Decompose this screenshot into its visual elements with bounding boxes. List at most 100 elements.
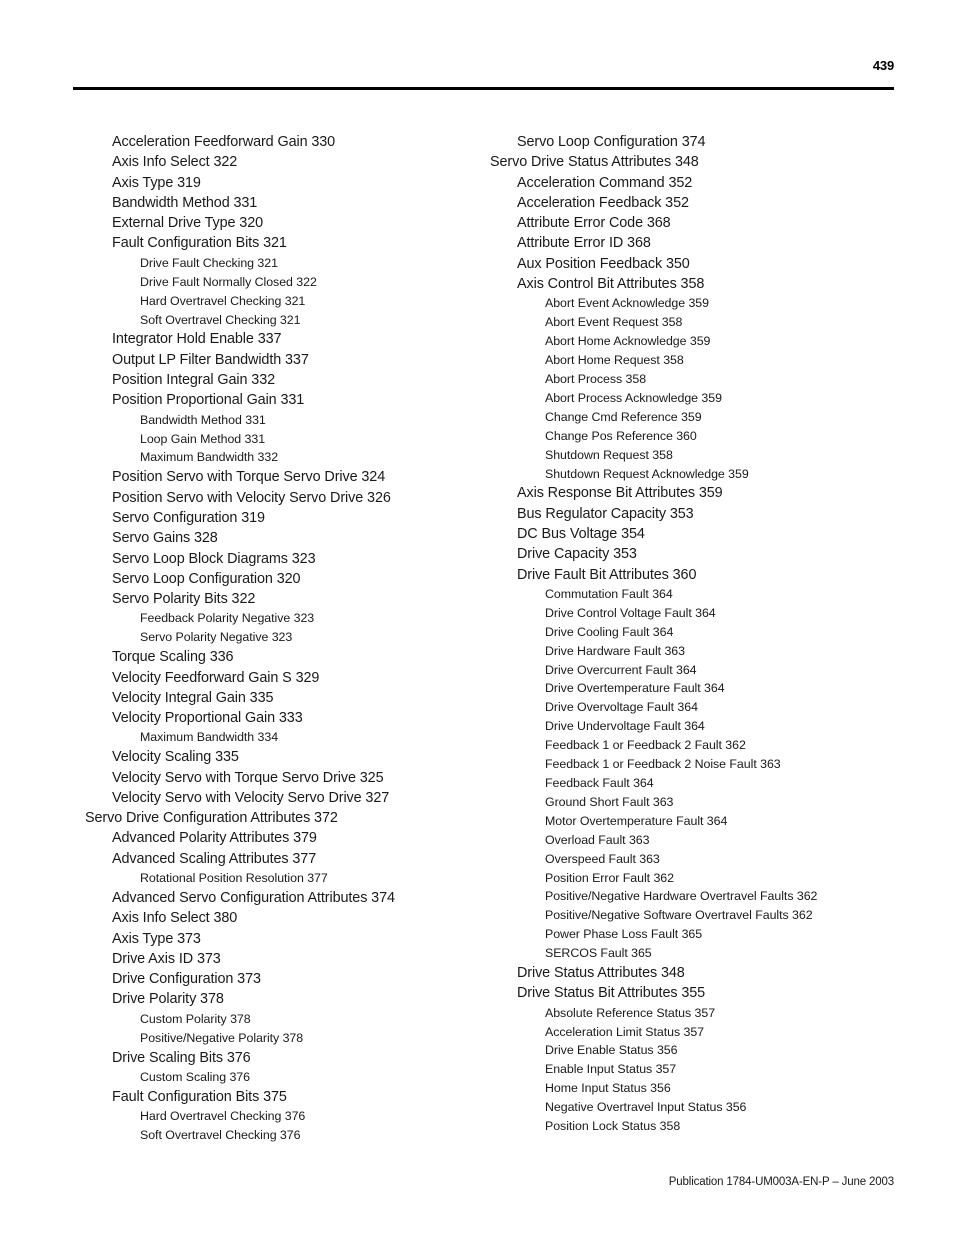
index-entry[interactable]: Drive Status Attributes 348 xyxy=(490,963,920,983)
index-entry[interactable]: Positive/Negative Software Overtravel Fa… xyxy=(490,906,920,925)
index-entry[interactable]: Change Pos Reference 360 xyxy=(490,427,920,446)
index-entry[interactable]: Ground Short Fault 363 xyxy=(490,793,920,812)
index-entry[interactable]: Position Proportional Gain 331 xyxy=(85,390,475,410)
index-entry[interactable]: External Drive Type 320 xyxy=(85,213,475,233)
index-entry[interactable]: Negative Overtravel Input Status 356 xyxy=(490,1098,920,1117)
index-entry[interactable]: Change Cmd Reference 359 xyxy=(490,408,920,427)
index-entry[interactable]: Bandwidth Method 331 xyxy=(85,193,475,213)
index-entry[interactable]: Home Input Status 356 xyxy=(490,1079,920,1098)
index-entry[interactable]: Drive Status Bit Attributes 355 xyxy=(490,983,920,1003)
index-entry[interactable]: Absolute Reference Status 357 xyxy=(490,1004,920,1023)
index-entry[interactable]: Positive/Negative Hardware Overtravel Fa… xyxy=(490,887,920,906)
index-entry[interactable]: Servo Gains 328 xyxy=(85,528,475,548)
index-entry[interactable]: Shutdown Request Acknowledge 359 xyxy=(490,465,920,484)
index-entry[interactable]: Position Error Fault 362 xyxy=(490,869,920,888)
index-entry[interactable]: Bus Regulator Capacity 353 xyxy=(490,504,920,524)
index-entry[interactable]: Output LP Filter Bandwidth 337 xyxy=(85,350,475,370)
index-entry[interactable]: Abort Process Acknowledge 359 xyxy=(490,389,920,408)
index-entry[interactable]: Position Integral Gain 332 xyxy=(85,370,475,390)
index-entry[interactable]: Abort Process 358 xyxy=(490,370,920,389)
index-entry[interactable]: Positive/Negative Polarity 378 xyxy=(85,1029,475,1048)
index-entry[interactable]: Soft Overtravel Checking 376 xyxy=(85,1126,475,1145)
index-entry[interactable]: Drive Overcurrent Fault 364 xyxy=(490,661,920,680)
index-entry[interactable]: Feedback 1 or Feedback 2 Noise Fault 363 xyxy=(490,755,920,774)
index-entry[interactable]: Feedback Fault 364 xyxy=(490,774,920,793)
index-entry[interactable]: DC Bus Voltage 354 xyxy=(490,524,920,544)
index-entry[interactable]: Custom Scaling 376 xyxy=(85,1068,475,1087)
index-entry[interactable]: Attribute Error ID 368 xyxy=(490,233,920,253)
index-entry[interactable]: Loop Gain Method 331 xyxy=(85,430,475,449)
index-entry[interactable]: Axis Info Select 380 xyxy=(85,908,475,928)
index-entry[interactable]: Abort Event Request 358 xyxy=(490,313,920,332)
index-entry[interactable]: Attribute Error Code 368 xyxy=(490,213,920,233)
index-entry[interactable]: Servo Loop Configuration 374 xyxy=(490,132,920,152)
index-entry[interactable]: Acceleration Feedforward Gain 330 xyxy=(85,132,475,152)
index-entry[interactable]: Advanced Scaling Attributes 377 xyxy=(85,849,475,869)
index-entry[interactable]: Axis Type 373 xyxy=(85,929,475,949)
index-entry[interactable]: Drive Fault Bit Attributes 360 xyxy=(490,565,920,585)
index-entry[interactable]: Feedback Polarity Negative 323 xyxy=(85,609,475,628)
index-entry[interactable]: Axis Info Select 322 xyxy=(85,152,475,172)
index-entry[interactable]: Drive Capacity 353 xyxy=(490,544,920,564)
index-entry[interactable]: Servo Loop Block Diagrams 323 xyxy=(85,549,475,569)
index-entry[interactable]: Bandwidth Method 331 xyxy=(85,411,475,430)
index-entry[interactable]: Advanced Servo Configuration Attributes … xyxy=(85,888,475,908)
index-entry[interactable]: Abort Event Acknowledge 359 xyxy=(490,294,920,313)
index-entry[interactable]: Overspeed Fault 363 xyxy=(490,850,920,869)
index-entry[interactable]: Velocity Feedforward Gain S 329 xyxy=(85,668,475,688)
index-entry[interactable]: Enable Input Status 357 xyxy=(490,1060,920,1079)
index-entry[interactable]: Servo Loop Configuration 320 xyxy=(85,569,475,589)
index-entry[interactable]: Rotational Position Resolution 377 xyxy=(85,869,475,888)
index-entry[interactable]: Aux Position Feedback 350 xyxy=(490,254,920,274)
index-entry[interactable]: Velocity Servo with Torque Servo Drive 3… xyxy=(85,768,475,788)
index-entry[interactable]: Abort Home Acknowledge 359 xyxy=(490,332,920,351)
index-entry[interactable]: Advanced Polarity Attributes 379 xyxy=(85,828,475,848)
index-entry[interactable]: Hard Overtravel Checking 376 xyxy=(85,1107,475,1126)
index-entry[interactable]: Drive Axis ID 373 xyxy=(85,949,475,969)
index-entry[interactable]: Servo Configuration 319 xyxy=(85,508,475,528)
index-entry[interactable]: Overload Fault 363 xyxy=(490,831,920,850)
index-entry[interactable]: Servo Polarity Bits 322 xyxy=(85,589,475,609)
index-entry[interactable]: Power Phase Loss Fault 365 xyxy=(490,925,920,944)
index-entry[interactable]: Velocity Scaling 335 xyxy=(85,747,475,767)
index-entry[interactable]: Drive Overvoltage Fault 364 xyxy=(490,698,920,717)
index-entry[interactable]: Abort Home Request 358 xyxy=(490,351,920,370)
index-entry[interactable]: Drive Hardware Fault 363 xyxy=(490,642,920,661)
index-entry[interactable]: Servo Polarity Negative 323 xyxy=(85,628,475,647)
index-entry[interactable]: Fault Configuration Bits 321 xyxy=(85,233,475,253)
index-entry[interactable]: Drive Fault Normally Closed 322 xyxy=(85,273,475,292)
index-entry[interactable]: Custom Polarity 378 xyxy=(85,1010,475,1029)
index-entry[interactable]: Drive Enable Status 356 xyxy=(490,1041,920,1060)
index-entry[interactable]: Soft Overtravel Checking 321 xyxy=(85,311,475,330)
index-entry[interactable]: Drive Configuration 373 xyxy=(85,969,475,989)
index-entry[interactable]: SERCOS Fault 365 xyxy=(490,944,920,963)
index-entry[interactable]: Position Servo with Velocity Servo Drive… xyxy=(85,488,475,508)
index-entry[interactable]: Torque Scaling 336 xyxy=(85,647,475,667)
index-entry[interactable]: Fault Configuration Bits 375 xyxy=(85,1087,475,1107)
index-entry[interactable]: Drive Overtemperature Fault 364 xyxy=(490,679,920,698)
index-entry[interactable]: Acceleration Command 352 xyxy=(490,173,920,193)
index-entry[interactable]: Drive Undervoltage Fault 364 xyxy=(490,717,920,736)
index-entry[interactable]: Drive Control Voltage Fault 364 xyxy=(490,604,920,623)
index-entry[interactable]: Maximum Bandwidth 332 xyxy=(85,448,475,467)
index-entry[interactable]: Servo Drive Status Attributes 348 xyxy=(490,152,920,172)
index-entry[interactable]: Position Lock Status 358 xyxy=(490,1117,920,1136)
index-entry[interactable]: Velocity Servo with Velocity Servo Drive… xyxy=(85,788,475,808)
index-entry[interactable]: Maximum Bandwidth 334 xyxy=(85,728,475,747)
index-entry[interactable]: Drive Fault Checking 321 xyxy=(85,254,475,273)
index-entry[interactable]: Acceleration Feedback 352 xyxy=(490,193,920,213)
index-entry[interactable]: Servo Drive Configuration Attributes 372 xyxy=(85,808,475,828)
index-entry[interactable]: Velocity Proportional Gain 333 xyxy=(85,708,475,728)
index-entry[interactable]: Hard Overtravel Checking 321 xyxy=(85,292,475,311)
index-entry[interactable]: Position Servo with Torque Servo Drive 3… xyxy=(85,467,475,487)
index-entry[interactable]: Feedback 1 or Feedback 2 Fault 362 xyxy=(490,736,920,755)
index-entry[interactable]: Integrator Hold Enable 337 xyxy=(85,329,475,349)
index-entry[interactable]: Motor Overtemperature Fault 364 xyxy=(490,812,920,831)
index-entry[interactable]: Drive Scaling Bits 376 xyxy=(85,1048,475,1068)
index-entry[interactable]: Velocity Integral Gain 335 xyxy=(85,688,475,708)
index-entry[interactable]: Drive Polarity 378 xyxy=(85,989,475,1009)
index-entry[interactable]: Shutdown Request 358 xyxy=(490,446,920,465)
index-entry[interactable]: Commutation Fault 364 xyxy=(490,585,920,604)
index-entry[interactable]: Acceleration Limit Status 357 xyxy=(490,1023,920,1042)
index-entry[interactable]: Axis Type 319 xyxy=(85,173,475,193)
